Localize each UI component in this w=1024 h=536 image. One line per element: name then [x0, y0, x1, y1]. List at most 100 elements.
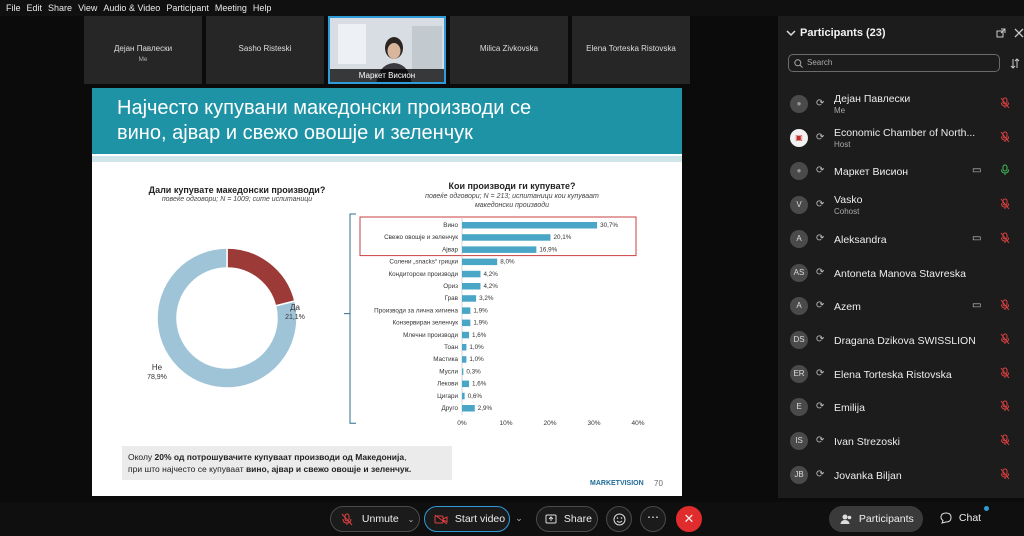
tick-label: 0%	[457, 420, 467, 427]
sort-icon[interactable]	[1010, 58, 1020, 69]
participant-row[interactable]: E ⟳ Emilija	[778, 392, 1024, 424]
avatar: JB	[790, 465, 808, 484]
mic-muted-icon	[1000, 198, 1010, 210]
category-label: Мастика	[433, 356, 458, 363]
search-placeholder: Search	[807, 58, 833, 67]
participant-name: Ivan Strezoski	[834, 436, 900, 448]
bar	[462, 392, 465, 400]
bar	[462, 380, 470, 388]
mic-muted-icon	[1000, 367, 1010, 378]
video-tile[interactable]: Milica Zivkovska	[450, 16, 568, 84]
menu-meeting[interactable]: Meeting	[215, 3, 247, 13]
pie-slice	[226, 247, 296, 307]
active-speaker-tile[interactable]: Маркет Висион	[328, 16, 446, 84]
sync-icon: ⟳	[816, 199, 825, 211]
category-label: Цигари	[437, 393, 458, 400]
menu-audio-video[interactable]: Audio & Video	[103, 3, 160, 13]
avatar: DS	[790, 330, 808, 349]
donut-chart: Да 21,1% Не 78,9%	[147, 247, 305, 389]
participant-name: Elena Torteska Ristovska	[834, 368, 952, 381]
sync-icon: ⟳	[816, 367, 825, 379]
close-icon[interactable]	[1014, 28, 1024, 38]
tick-label: 30%	[587, 420, 600, 427]
participants-label: Participants	[858, 513, 914, 525]
participants-button[interactable]: Participants	[829, 506, 923, 532]
slice-label: Да	[290, 303, 300, 312]
participant-row[interactable]: ER ⟳ Elena Torteska Ristovska	[778, 359, 1024, 391]
category-label: Вино	[443, 222, 458, 229]
menu-share[interactable]: Share	[48, 3, 72, 13]
menu-bar: File Edit Share View Audio & Video Parti…	[0, 0, 1024, 16]
tile-name: Дејан Павлески	[113, 44, 173, 53]
category-label: Конзервиран зеленчук	[392, 320, 458, 327]
unmute-label: Unmute	[361, 513, 399, 525]
note-text: при што најчесто се купуваат	[128, 464, 246, 474]
end-call-button[interactable]: ✕	[676, 506, 702, 532]
value-label: 1,9%	[473, 307, 488, 314]
bar	[462, 356, 467, 363]
category-label: Солени „snacks“ грицки	[389, 259, 458, 266]
participant-name: Дејан Павлески	[834, 93, 911, 105]
share-label: Share	[563, 513, 592, 525]
category-label: Мусли	[439, 368, 458, 375]
share-button[interactable]: Share	[536, 506, 598, 532]
subtitle-line: повеќе одговори; N = 213; испитаници кои…	[425, 193, 599, 200]
chat-button[interactable]: Chat	[934, 506, 990, 532]
video-tile[interactable]: Дејан Павлески Me	[84, 16, 202, 84]
mic-muted-icon	[1000, 232, 1010, 244]
tile-name: Elena Torteska Ristovska	[586, 44, 676, 53]
sync-icon: ⟳	[816, 468, 825, 480]
category-label: Кондиторски производи	[389, 271, 459, 278]
participant-row[interactable]: V ⟳ Vasko Cohost	[778, 190, 1024, 222]
chevron-down-icon[interactable]	[786, 28, 796, 38]
donut-title: Дали купувате македонски производи?	[148, 185, 326, 195]
video-tile[interactable]: Sasho Risteski	[206, 16, 324, 84]
people-icon	[840, 514, 852, 525]
participant-row[interactable]: DS ⟳ Dragana Dzikova SWISSLION	[778, 325, 1024, 357]
mic-muted-icon	[1000, 97, 1010, 109]
video-tile[interactable]: Elena Torteska Ristovska	[572, 16, 690, 84]
brand-logo: MARKETVISION	[590, 480, 644, 487]
chevron-down-icon[interactable]: ⌄	[511, 506, 527, 532]
tile-name: Sasho Risteski	[238, 44, 292, 53]
participant-name: Vasko	[834, 194, 863, 207]
participant-row[interactable]: ● ⟳ Дејан Павлески Me	[778, 89, 1024, 121]
menu-view[interactable]: View	[78, 3, 97, 13]
bar	[462, 331, 470, 339]
unmute-button[interactable]: Unmute ⌄	[330, 506, 420, 532]
bar	[462, 246, 537, 253]
sync-icon: ⟳	[816, 300, 825, 312]
participant-row[interactable]: JB ⟳ Jovanka Biljan	[778, 460, 1024, 492]
bar	[462, 368, 464, 375]
menu-participant[interactable]: Participant	[166, 3, 209, 13]
summary-note: Околу 20% од потрошувачите купуваат прои…	[122, 446, 452, 480]
search-input[interactable]: Search	[788, 54, 1000, 72]
popout-icon[interactable]	[996, 28, 1006, 38]
participant-row[interactable]: A ⟳ Azem ▭	[778, 291, 1024, 323]
participant-role: Cohost	[834, 207, 860, 217]
mic-muted-icon	[1000, 131, 1010, 142]
participant-row[interactable]: ▣ ⟳ Economic Chamber of North... Host	[778, 123, 1024, 155]
participant-row[interactable]: IS ⟳ Ivan Strezoski	[778, 426, 1024, 458]
subtitle-line: македонски производи	[474, 202, 549, 209]
menu-file[interactable]: File	[6, 3, 21, 13]
participant-name: Emilija	[834, 402, 865, 415]
bar	[462, 295, 477, 302]
sync-icon: ⟳	[816, 401, 825, 413]
category-label: Лекови	[437, 381, 458, 388]
chevron-down-icon[interactable]: ⌄	[408, 515, 415, 524]
avatar: A	[790, 297, 808, 316]
avatar: AS	[790, 263, 808, 282]
participant-row[interactable]: A ⟳ Aleksandra ▭	[778, 224, 1024, 256]
value-label: 0,6%	[468, 393, 483, 400]
participant-row[interactable]: ● ⟳ Маркет Висион ▭	[778, 156, 1024, 188]
menu-edit[interactable]: Edit	[27, 3, 43, 13]
participant-row[interactable]: AS ⟳ Antoneta Manova Stavreska	[778, 258, 1024, 290]
value-label: 2,9%	[478, 405, 493, 412]
category-label: Ајвар	[442, 246, 458, 253]
start-video-button[interactable]: Start video	[424, 506, 510, 532]
reactions-button[interactable]	[606, 506, 632, 532]
more-options-icon[interactable]: ⋯	[640, 506, 666, 532]
menu-help[interactable]: Help	[253, 3, 272, 13]
avatar: ▣	[790, 128, 808, 147]
